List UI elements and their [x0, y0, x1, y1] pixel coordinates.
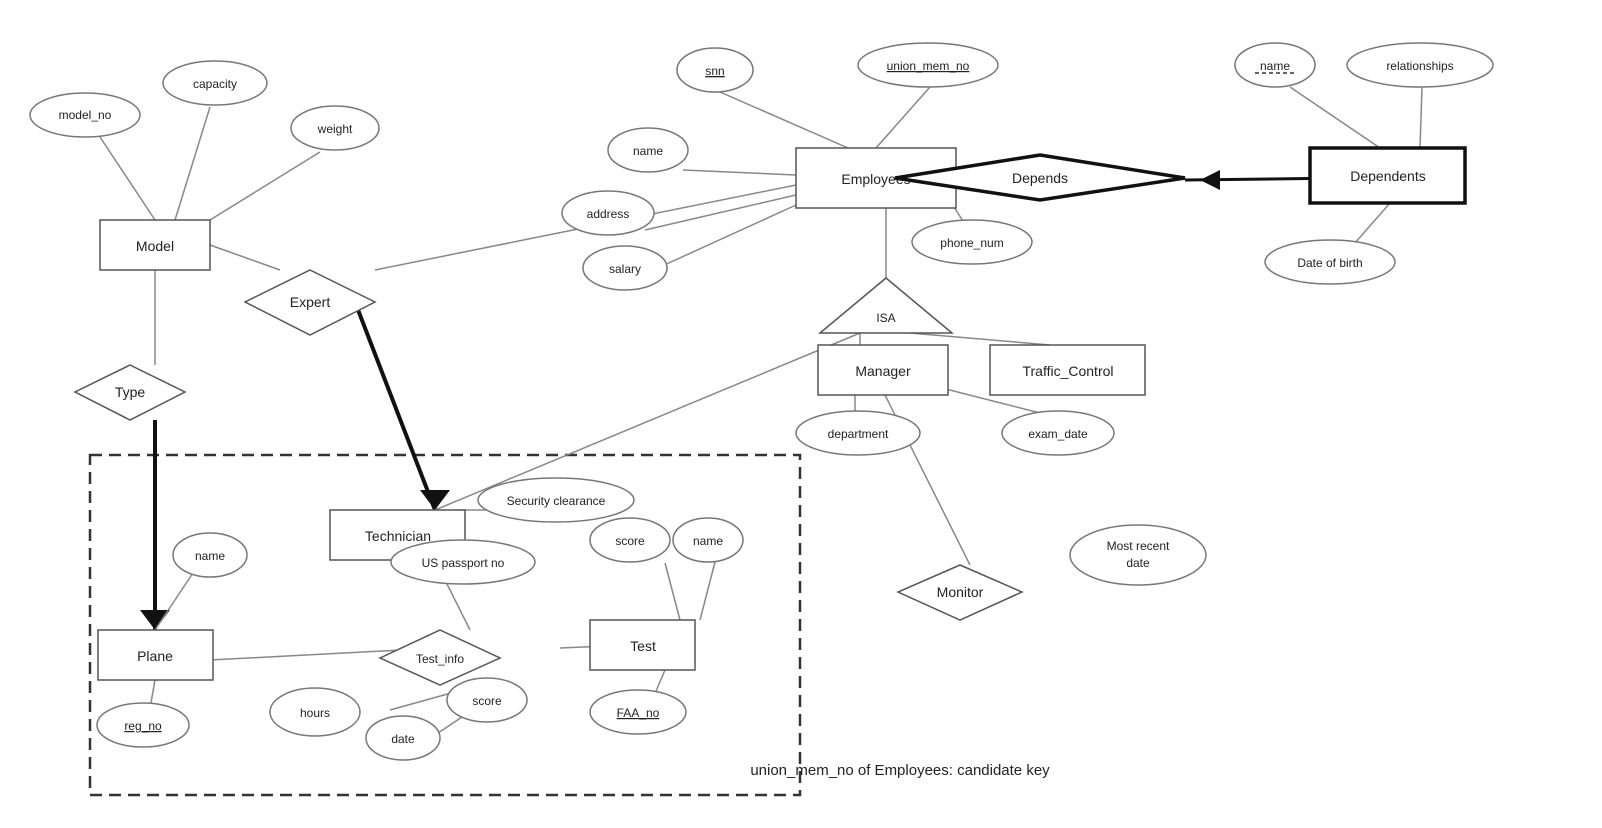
relationship-type-label: Type — [115, 384, 146, 400]
attr-faa-no-label: FAA_no — [617, 706, 660, 720]
attr-weight-label: weight — [317, 122, 353, 136]
attr-snn-label: snn — [705, 64, 724, 78]
attr-union-mem-no-label: union_mem_no — [887, 59, 970, 73]
attr-department-label: department — [828, 427, 889, 441]
attr-relationships-label: relationships — [1386, 59, 1453, 73]
attr-dob-label: Date of birth — [1297, 256, 1362, 270]
entity-model-label: Model — [136, 238, 174, 254]
relationship-isa-label: ISA — [876, 311, 895, 325]
entity-dependents-label: Dependents — [1350, 168, 1426, 184]
attr-test-score-label: score — [615, 534, 645, 548]
attr-address-label: address — [587, 207, 630, 221]
attr-test-name-label: name — [693, 534, 723, 548]
relationship-expert-label: Expert — [290, 294, 331, 310]
attr-us-passport-label: US passport no — [422, 556, 505, 570]
attr-exam-date-label: exam_date — [1028, 427, 1088, 441]
attr-salary-label: salary — [609, 262, 641, 276]
attr-score-test-info-label: score — [472, 694, 502, 708]
entity-plane-label: Plane — [137, 648, 173, 664]
attr-security-label: Security clearance — [507, 494, 606, 508]
relationship-depends-label: Depends — [1012, 170, 1068, 186]
attr-date-label: date — [391, 732, 415, 746]
relationship-test-info-label: Test_info — [416, 652, 464, 666]
attr-hours-label: hours — [300, 706, 330, 720]
attr-most-recent-label: Most recent — [1107, 539, 1170, 553]
relationship-monitor-label: Monitor — [937, 584, 984, 600]
attr-plane-name-label: name — [195, 549, 225, 563]
attr-phone-num-label: phone_num — [940, 236, 1003, 250]
attr-emp-name-label: name — [633, 144, 663, 158]
entity-traffic-control-label: Traffic_Control — [1022, 363, 1113, 379]
attr-reg-no-label: reg_no — [124, 719, 162, 733]
attr-dep-name-label: name — [1260, 59, 1290, 73]
entity-test-label: Test — [630, 638, 656, 654]
attr-most-recent-label2: date — [1126, 556, 1150, 570]
entity-technician-label: Technician — [365, 528, 431, 544]
attr-model-no-label: model_no — [59, 108, 112, 122]
attr-most-recent — [1070, 525, 1206, 585]
candidate-key-note: union_mem_no of Employees: candidate key — [750, 762, 1050, 779]
attr-capacity-label: capacity — [193, 77, 237, 91]
er-diagram: Model Expert Type Employees Depends Depe… — [0, 0, 1602, 828]
entity-manager-label: Manager — [855, 363, 911, 379]
